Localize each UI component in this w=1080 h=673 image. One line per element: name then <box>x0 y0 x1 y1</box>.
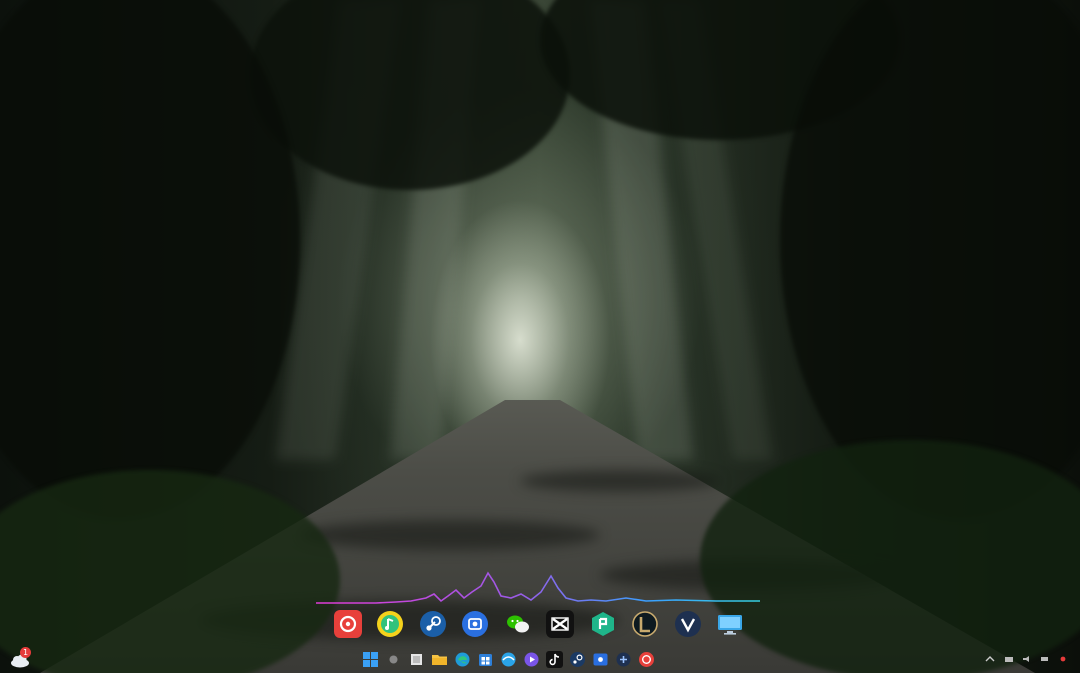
search-icon[interactable] <box>385 651 402 668</box>
screen-capture-icon[interactable] <box>461 610 489 638</box>
desktop: 1 <box>0 0 1080 673</box>
notification-badge: 1 <box>20 647 31 658</box>
wechat-icon[interactable] <box>504 610 532 638</box>
capcut-icon[interactable] <box>546 610 575 638</box>
weather-widget[interactable]: 1 <box>8 647 32 669</box>
tiktok-icon[interactable] <box>546 650 563 668</box>
game-icon[interactable] <box>615 651 632 668</box>
steam-icon[interactable] <box>419 610 447 638</box>
system-tray <box>984 651 1068 667</box>
browser-icon[interactable] <box>500 651 517 668</box>
start-icon[interactable] <box>362 651 379 668</box>
edge-icon[interactable] <box>454 651 471 668</box>
video-player-icon[interactable] <box>523 651 540 668</box>
monitor-icon[interactable] <box>716 610 744 638</box>
tray-chevron-icon[interactable] <box>984 655 996 663</box>
netease-music-icon[interactable] <box>334 610 362 638</box>
league-of-legends-icon[interactable] <box>631 610 659 638</box>
taskbar-apps <box>362 649 655 669</box>
volume-icon[interactable] <box>1022 655 1032 663</box>
notification-icon[interactable] <box>1058 655 1068 663</box>
screen-capture-taskbar-icon[interactable] <box>592 651 609 668</box>
app-dock <box>334 604 744 644</box>
store-icon[interactable] <box>477 651 494 668</box>
netease-music-taskbar-icon[interactable] <box>638 651 655 668</box>
file-explorer-icon[interactable] <box>431 651 448 668</box>
network-icon[interactable] <box>1004 655 1014 663</box>
taskbar: 1 <box>0 644 1080 673</box>
audio-visualizer <box>316 571 760 604</box>
steam-taskbar-icon[interactable] <box>569 651 586 668</box>
battery-icon[interactable] <box>1040 655 1050 663</box>
vpn-icon[interactable] <box>674 610 702 638</box>
green-app-icon[interactable] <box>589 610 617 638</box>
task-view-icon[interactable] <box>408 651 425 668</box>
qq-music-icon[interactable] <box>376 610 404 638</box>
